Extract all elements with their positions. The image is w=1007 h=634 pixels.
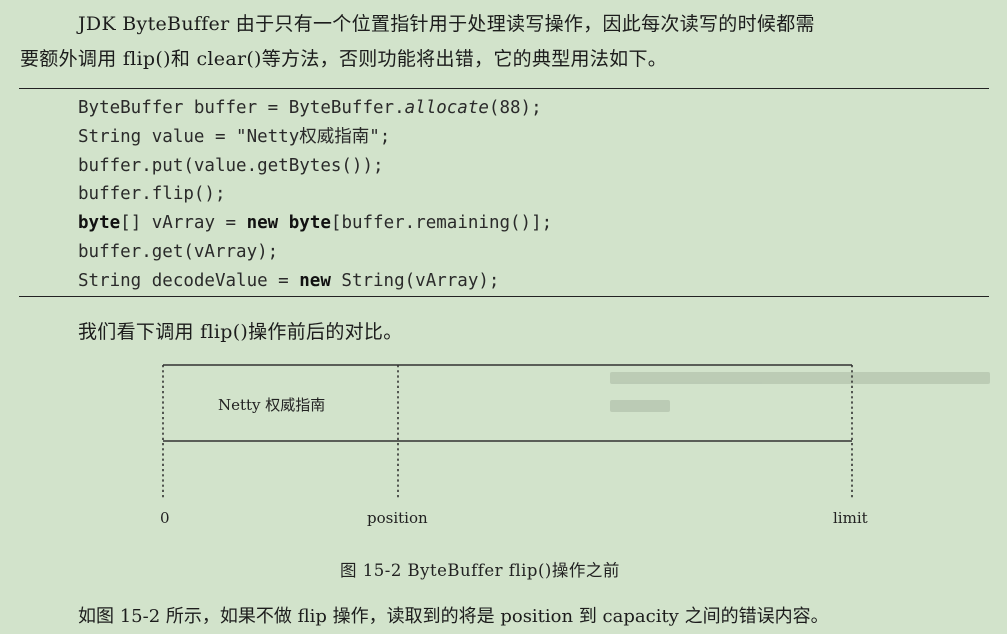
code-top-rule	[19, 88, 989, 89]
zero-label: 0	[160, 509, 170, 527]
limit-label: limit	[833, 509, 868, 527]
buffer-cell-text: Netty 权威指南	[218, 396, 326, 414]
comparison-text: 我们看下调用 flip()操作前后的对比。	[78, 321, 403, 343]
code-line: byte[] vArray = new byte[buffer.remainin…	[78, 213, 553, 233]
code-line: buffer.flip();	[78, 184, 226, 204]
intro-line-2: 要额外调用 flip()和 clear()等方法，否则功能将出错，它的典型用法如…	[20, 48, 668, 70]
code-bottom-rule	[19, 296, 989, 297]
code-line: buffer.get(vArray);	[78, 242, 279, 262]
code-line: String value = "Netty权威指南";	[78, 127, 391, 147]
position-label: position	[367, 509, 428, 527]
intro-line-1: JDK ByteBuffer 由于只有一个位置指针用于处理读写操作，因此每次读写…	[78, 13, 815, 35]
bleed-through-text	[610, 372, 990, 412]
figure-caption: 图 15-2 ByteBuffer flip()操作之前	[340, 561, 620, 580]
code-line: String decodeValue = new String(vArray);	[78, 271, 500, 291]
code-line: ByteBuffer buffer = ByteBuffer.allocate(…	[78, 98, 542, 118]
code-line: buffer.put(value.getBytes());	[78, 156, 384, 176]
conclusion-text: 如图 15-2 所示，如果不做 flip 操作，读取到的将是 position …	[78, 606, 829, 627]
